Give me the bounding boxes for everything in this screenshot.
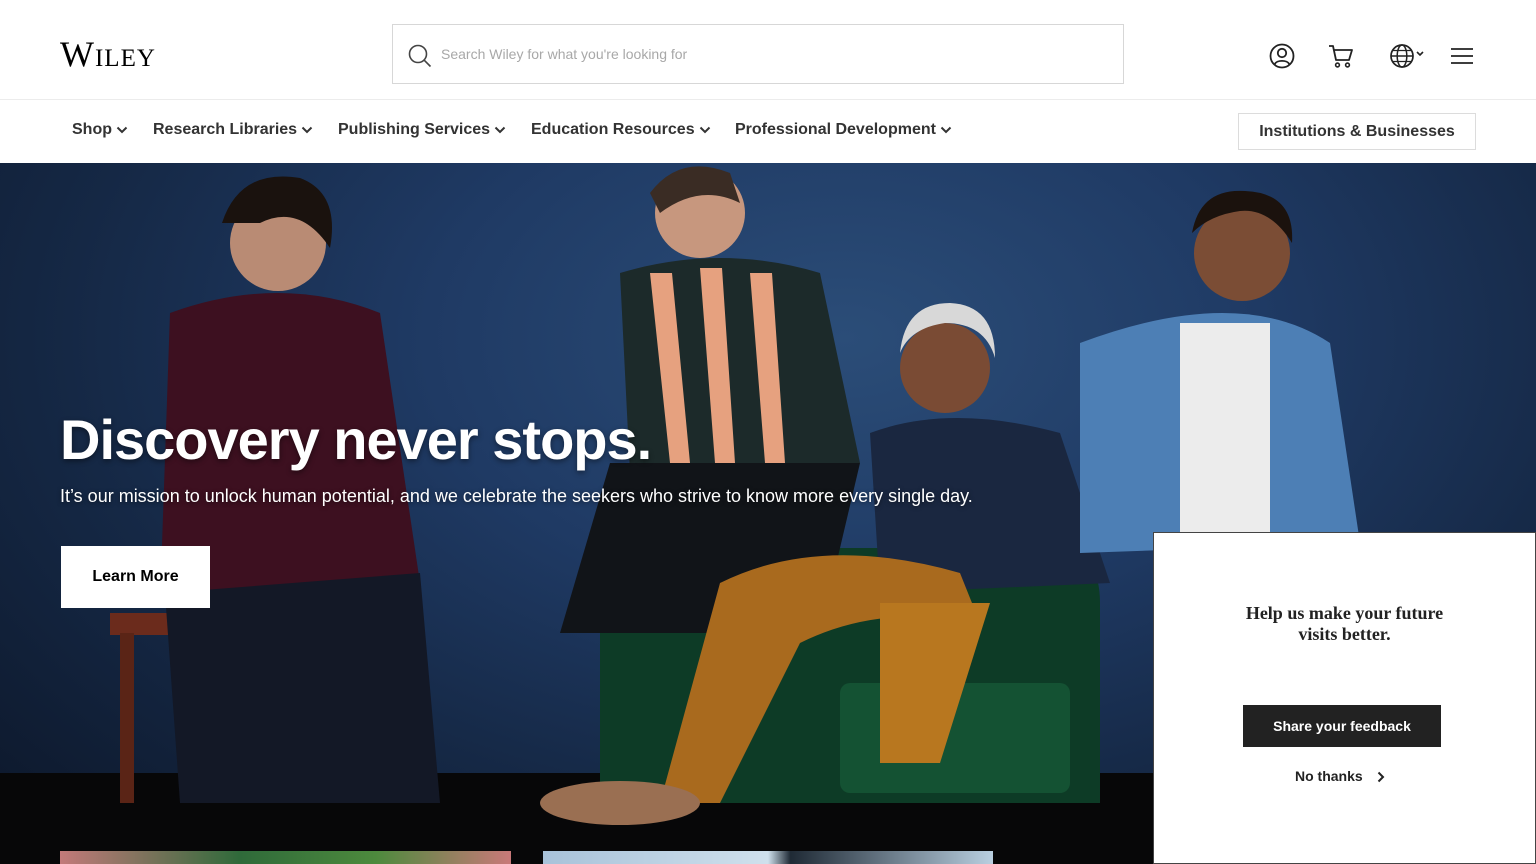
chevron-down-icon [116, 126, 128, 134]
main-nav: Shop Research Libraries Publishing Servi… [0, 101, 1536, 163]
no-thanks-label: No thanks [1295, 768, 1363, 784]
chevron-down-icon [301, 126, 313, 134]
chevron-right-icon [1377, 772, 1385, 783]
nav-item-shop[interactable]: Shop [72, 121, 128, 139]
nav-item-label: Shop [72, 121, 112, 138]
chevron-down-icon [699, 126, 710, 134]
globe-icon[interactable] [1388, 42, 1426, 70]
search-input[interactable] [441, 25, 1111, 83]
user-account-icon[interactable] [1268, 42, 1296, 70]
wiley-logo[interactable]: Wiley [60, 36, 156, 72]
nav-item-label: Education Resources [531, 121, 695, 138]
top-header: Wiley [0, 0, 1536, 100]
hero-title: Discovery never stops. [60, 408, 652, 471]
nav-item-label: Publishing Services [338, 121, 491, 138]
chevron-down-icon [494, 126, 506, 134]
nav-item-professional-development[interactable]: Professional Development [735, 121, 952, 139]
nav-item-research-libraries[interactable]: Research Libraries [153, 121, 313, 139]
menu-icon[interactable] [1450, 42, 1474, 70]
nav-item-label: Research Libraries [153, 121, 298, 138]
nav-item-label: Professional Development [735, 121, 936, 138]
featured-card-image[interactable] [543, 851, 993, 864]
institutions-businesses-button[interactable]: Institutions & Businesses [1238, 113, 1476, 150]
nav-item-education-resources[interactable]: Education Resources [531, 121, 711, 139]
feedback-title: Help us make your future visits better. [1245, 603, 1444, 644]
cart-icon[interactable] [1327, 42, 1355, 70]
hero-subtitle: It’s our mission to unlock human potenti… [60, 486, 973, 506]
feedback-dialog: Help us make your future visits better. … [1153, 532, 1536, 864]
share-feedback-button[interactable]: Share your feedback [1243, 705, 1441, 747]
nav-item-publishing-services[interactable]: Publishing Services [338, 121, 506, 139]
learn-more-button[interactable]: Learn More [61, 546, 210, 608]
search-box[interactable] [392, 24, 1124, 84]
search-icon [408, 44, 432, 68]
no-thanks-link[interactable]: No thanks [1295, 768, 1385, 784]
featured-card-image[interactable] [60, 851, 511, 864]
chevron-down-icon [940, 126, 952, 134]
